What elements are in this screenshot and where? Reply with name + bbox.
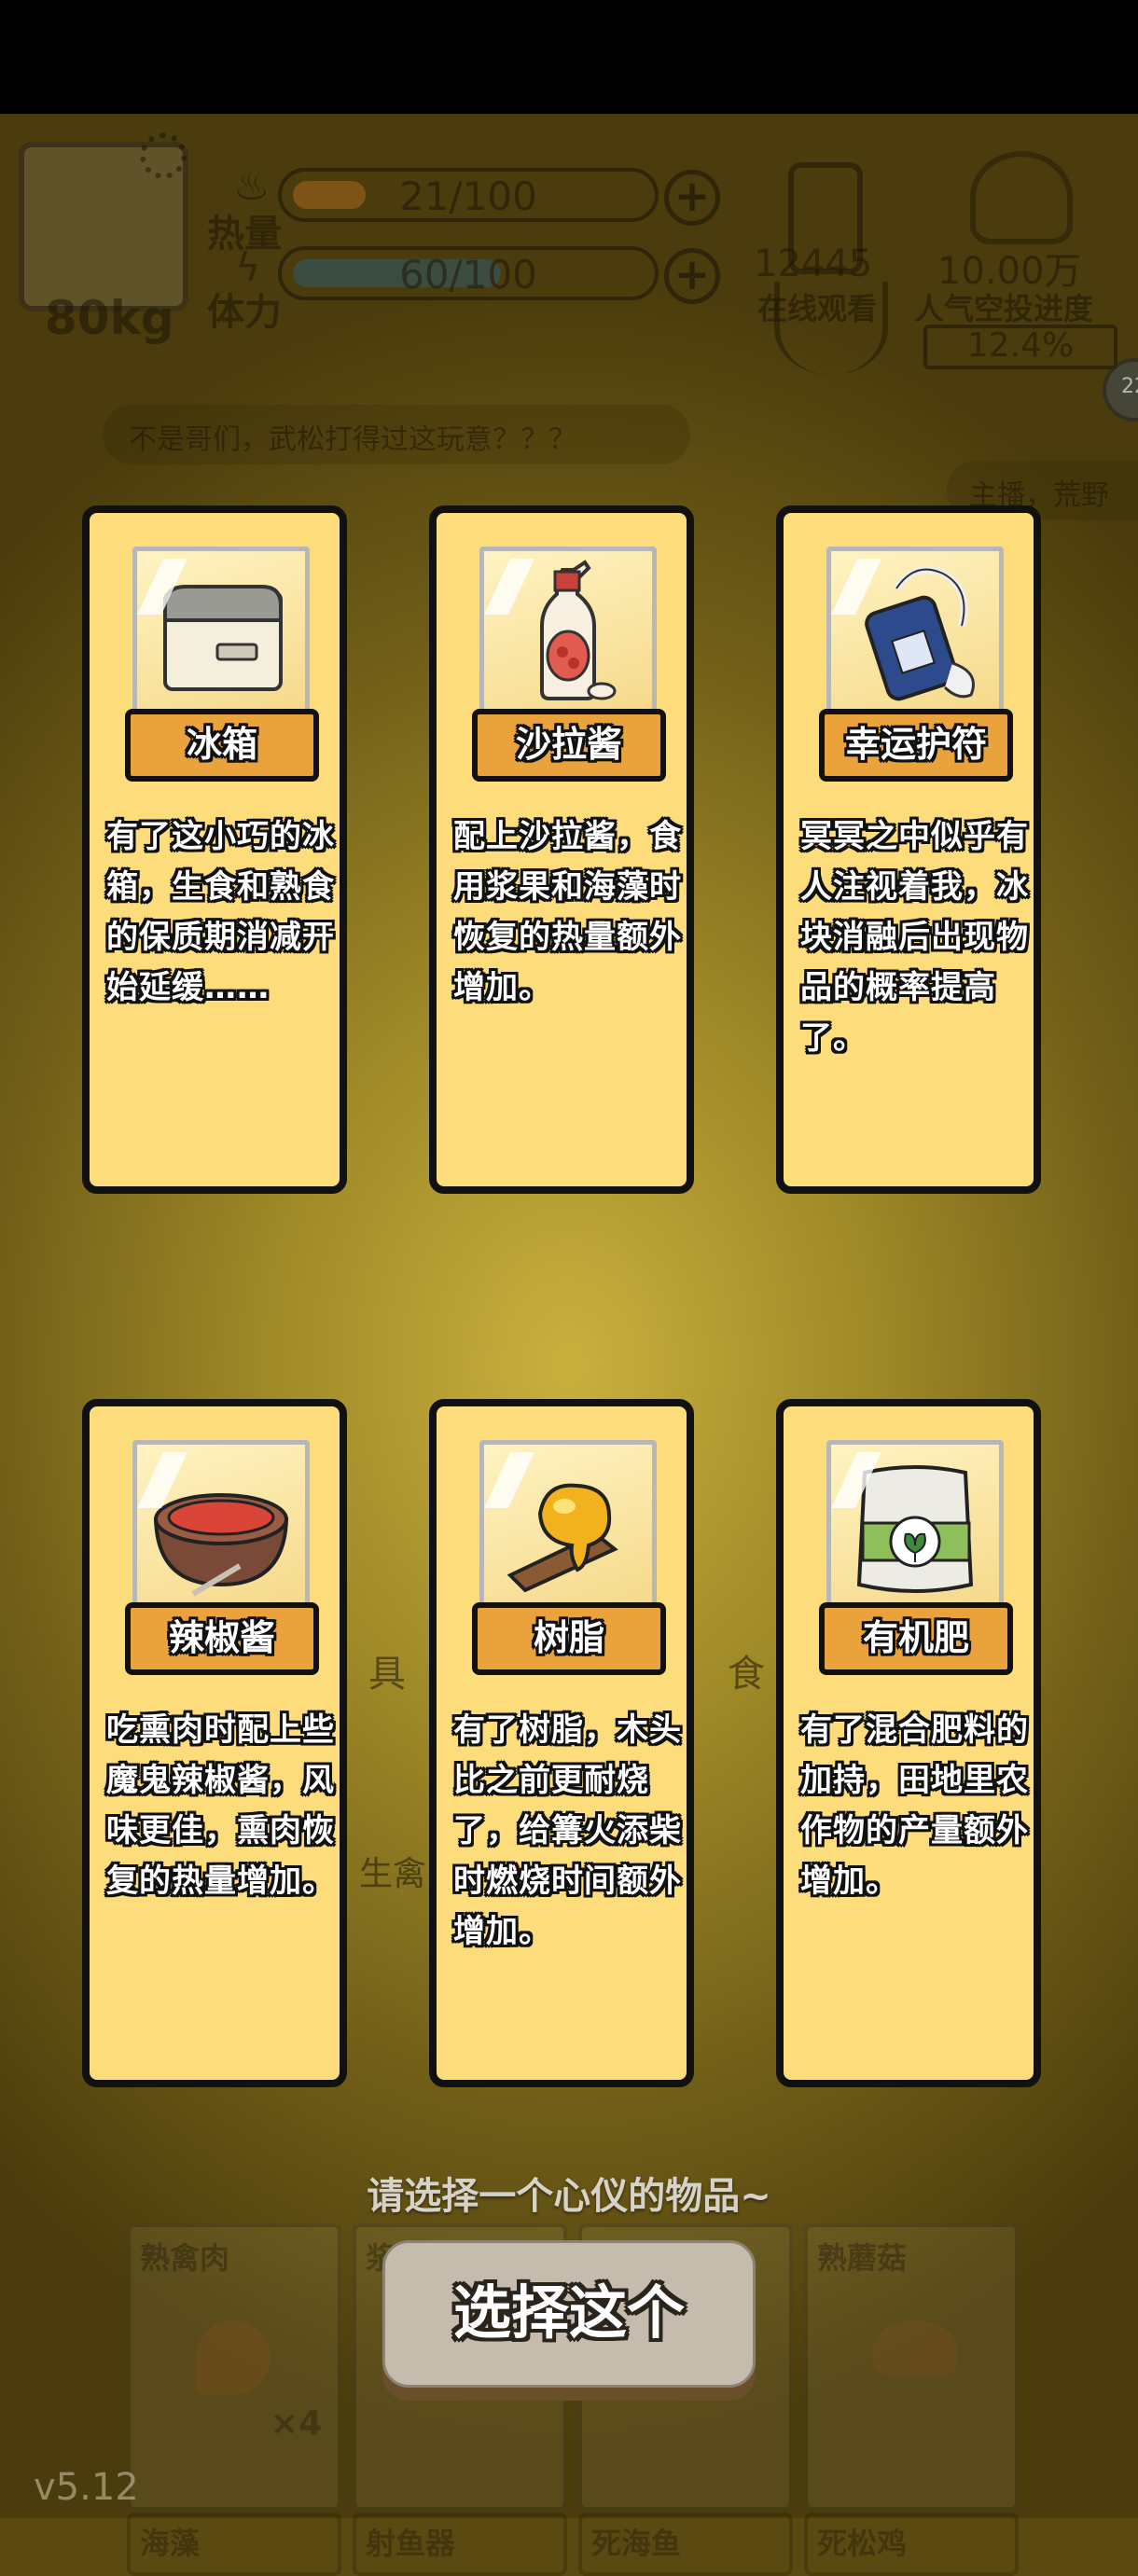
viewer-label: 在线观看 (757, 291, 878, 326)
select-button-label: 选择这个 (452, 2278, 685, 2347)
item-description: 有了这小巧的冰箱，生食和熟食的保质期消减开始延缓…… (106, 818, 335, 1006)
inventory-slot[interactable]: 熟禽肉 ×4 (127, 2223, 341, 2511)
inventory-slot[interactable]: 死松鸡 (804, 2513, 1019, 2576)
item-name: 树脂 (472, 1602, 666, 1675)
inventory-slot-name: 射鱼器 (366, 2526, 456, 2561)
item-image (132, 547, 310, 718)
inventory-slot-name: 死松鸡 (817, 2526, 908, 2561)
item-image (826, 547, 1004, 718)
airdrop-label: 人气空投进度 (914, 291, 1094, 326)
inventory-slot[interactable]: 射鱼器 (353, 2513, 567, 2576)
item-name: 有机肥 (819, 1602, 1013, 1675)
flame-icon: ♨ (233, 162, 271, 210)
gift-icon[interactable] (970, 151, 1073, 244)
select-button[interactable]: 选择这个 (382, 2240, 756, 2388)
airdrop-percent: 12.4% (966, 326, 1075, 365)
select-prompt: 请选择一个心仪的物品~ (367, 2175, 771, 2218)
item-description: 冥冥之中似乎有人注视着我，冰块消融后出现物品的概率提高了。 (800, 818, 1029, 1057)
version-label: v5.12 (34, 2466, 139, 2509)
bg-food-label: 食 (728, 1653, 765, 1696)
inventory-slot-name: 熟禽肉 (140, 2240, 230, 2276)
inventory-slot-name: 死海鱼 (591, 2526, 682, 2561)
item-card-fridge[interactable]: 冰箱 有了这小巧的冰箱，生食和熟食的保质期消减开始延缓…… (82, 506, 347, 1194)
item-card-resin[interactable]: 树脂 有了树脂，木头比之前更耐烧了，给篝火添柴时燃烧时间额外增加。 (429, 1399, 694, 2087)
inventory-slot[interactable]: 熟蘑菇 (804, 2223, 1019, 2511)
status-bar (0, 0, 1138, 114)
inventory-slot[interactable]: 海藻 (127, 2513, 341, 2576)
item-image (826, 1440, 1004, 1612)
item-card-salad-dressing[interactable]: 沙拉酱 配上沙拉酱，食用浆果和海藻时恢复的热量额外增加。 (429, 506, 694, 1194)
item-description: 吃熏肉时配上些魔鬼辣椒酱，风味更佳，熏肉恢复的热量增加。 (106, 1711, 335, 1900)
item-name: 幸运护符 (819, 709, 1013, 782)
bg-raw-poultry-label: 生禽 (359, 1855, 427, 1893)
item-name: 辣椒酱 (125, 1602, 319, 1675)
side-badge-count: 22 (1121, 375, 1138, 398)
add-stamina-button[interactable]: + (664, 248, 720, 304)
inventory-slot-name: 海藻 (140, 2526, 201, 2561)
item-card-fertilizer[interactable]: 有机肥 有了混合肥料的加持，田地里农作物的产量额外增加。 (776, 1399, 1041, 2087)
item-count: ×4 (271, 2404, 323, 2443)
viewer-count: 12445 (754, 242, 873, 285)
chat-bubble: 不是哥们，武松打得过这玩意？？？ (103, 405, 690, 464)
item-card-chili-sauce[interactable]: 辣椒酱 吃熏肉时配上些魔鬼辣椒酱，风味更佳，熏肉恢复的热量增加。 (82, 1399, 347, 2087)
game-screen: 80kg 热量 ♨ 21/100 + 体力 ϟ 60/100 + 12445 在… (0, 114, 1138, 2576)
bg-tools-label: 具 (368, 1653, 406, 1696)
item-image (479, 547, 657, 718)
gear-icon[interactable] (140, 132, 187, 179)
item-name: 沙拉酱 (472, 709, 666, 782)
drumstick-icon (196, 2320, 271, 2395)
stamina-bar: 60/100 (278, 246, 659, 300)
item-image (132, 1440, 310, 1612)
heat-value: 21/100 (399, 173, 537, 219)
stamina-value: 60/100 (399, 252, 537, 298)
airdrop-progress: 12.4% (923, 325, 1117, 369)
inventory-slot-name: 熟蘑菇 (817, 2240, 908, 2276)
item-image (479, 1440, 657, 1612)
heat-bar: 21/100 (278, 168, 659, 222)
add-heat-button[interactable]: + (664, 170, 720, 226)
chat-message: 不是哥们，武松打得过这玩意？？？ (129, 423, 576, 456)
inventory-slot[interactable]: 死海鱼 (578, 2513, 793, 2576)
lightning-icon: ϟ (235, 244, 261, 290)
item-description: 有了混合肥料的加持，田地里农作物的产量额外增加。 (800, 1711, 1029, 1900)
mushroom-icon (873, 2320, 957, 2376)
item-description: 有了树脂，木头比之前更耐烧了，给篝火添柴时燃烧时间额外增加。 (453, 1711, 682, 1950)
item-name: 冰箱 (125, 709, 319, 782)
item-card-lucky-charm[interactable]: 幸运护符 冥冥之中似乎有人注视着我，冰块消融后出现物品的概率提高了。 (776, 506, 1041, 1194)
weight-label: 80kg (45, 291, 174, 345)
item-description: 配上沙拉酱，食用浆果和海藻时恢复的热量额外增加。 (453, 818, 682, 1006)
